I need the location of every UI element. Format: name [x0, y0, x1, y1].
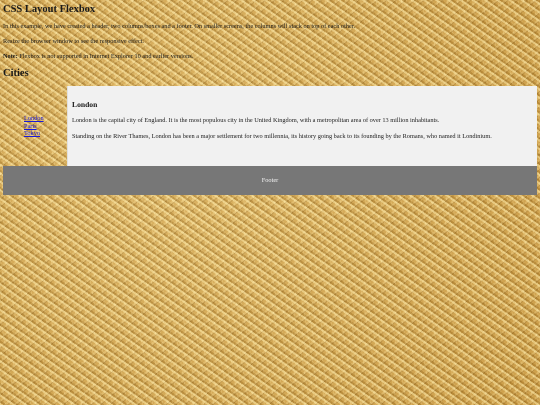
city-link-paris[interactable]: Paris [24, 123, 37, 130]
city-menu: London Paris Tokyo [3, 86, 67, 166]
page: CSS Layout Flexbox In this example, we h… [3, 0, 537, 195]
content-box: London London is the capital city of Eng… [67, 86, 537, 166]
resize-hint-text: Resize the browser window to see the res… [3, 38, 144, 45]
city-link-tokyo[interactable]: Tokyo [24, 130, 40, 137]
intro-text: In this example, we have created a heade… [3, 23, 356, 30]
city-list-item: Paris [24, 123, 44, 131]
city-link-london[interactable]: London [24, 115, 44, 122]
page-title: CSS Layout Flexbox [3, 4, 96, 15]
content-heading: London [72, 100, 98, 109]
city-list: London Paris Tokyo [24, 115, 44, 138]
city-list-item: London [24, 115, 44, 123]
content-paragraph: Standing on the River Thames, London has… [72, 133, 492, 140]
columns-row: London Paris Tokyo London London is the … [3, 86, 537, 166]
note-text: Note: Flexbox is not supported in Intern… [3, 53, 537, 61]
note-body: Flexbox is not supported in Internet Exp… [17, 53, 194, 60]
footer: Footer [3, 166, 537, 195]
content-paragraph: London is the capital city of England. I… [72, 117, 440, 124]
note-label: Note: [3, 53, 18, 60]
section-heading: Cities [3, 68, 29, 79]
city-list-item: Tokyo [24, 130, 44, 138]
footer-text: Footer [261, 177, 279, 184]
